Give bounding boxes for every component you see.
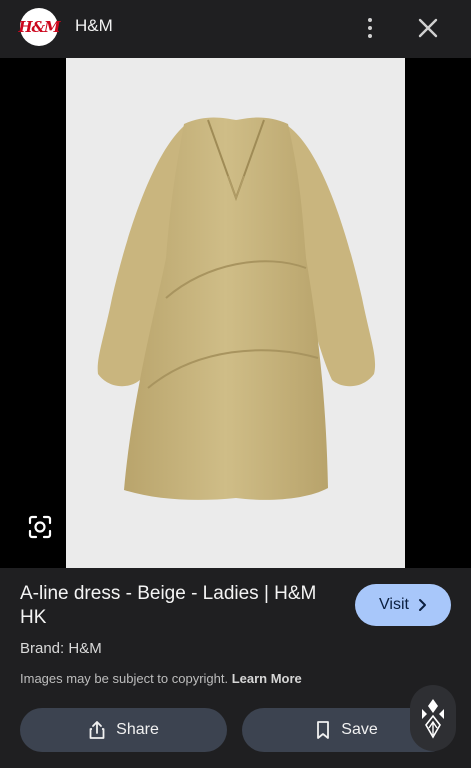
visit-label: Visit: [379, 596, 409, 613]
site-logo[interactable]: H&M: [18, 8, 61, 46]
lens-search-icon[interactable]: [26, 513, 54, 541]
assistant-button[interactable]: [410, 685, 456, 751]
share-label: Share: [116, 721, 159, 738]
product-image[interactable]: [66, 58, 405, 568]
close-icon[interactable]: [414, 14, 442, 42]
dress-illustration: [97, 117, 376, 500]
logo-text: H&M: [18, 18, 60, 36]
copyright-notice: Images may be subject to copyright. Lear…: [20, 671, 302, 686]
image-viewer: [0, 58, 471, 568]
product-title[interactable]: A-line dress - Beige - Ladies | H&M HK: [20, 582, 330, 630]
bookmark-icon: [317, 721, 330, 739]
site-name[interactable]: H&M: [75, 16, 113, 36]
copyright-text: Images may be subject to copyright.: [20, 671, 232, 686]
save-label: Save: [341, 721, 378, 738]
brand-label: Brand: H&M: [20, 640, 102, 657]
share-icon: [89, 721, 105, 739]
share-button[interactable]: Share: [20, 708, 227, 752]
learn-more-link[interactable]: Learn More: [232, 671, 302, 686]
chevron-right-icon: [418, 599, 426, 611]
assistant-icon: [422, 699, 444, 739]
visit-button[interactable]: Visit: [355, 584, 451, 626]
top-bar: H&M H&M: [0, 0, 471, 58]
more-vert-icon[interactable]: [358, 14, 382, 42]
